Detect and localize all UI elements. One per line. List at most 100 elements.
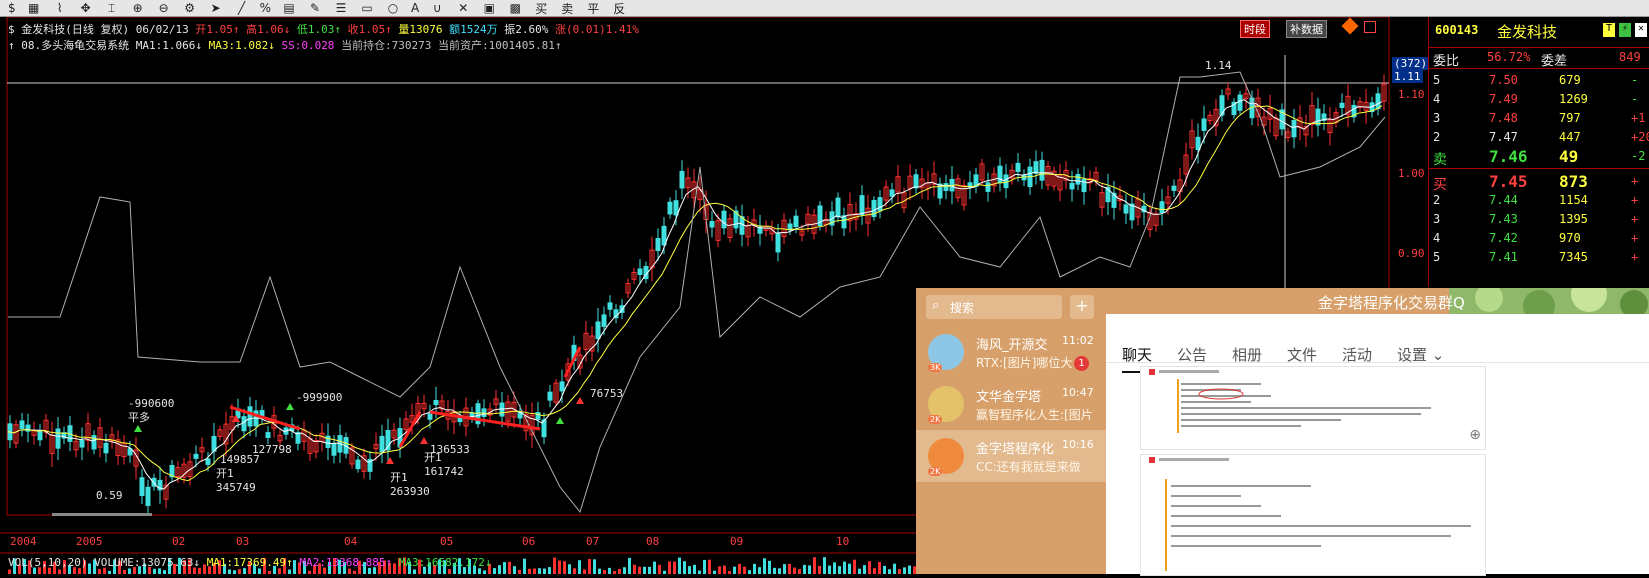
fill-data-button[interactable]: 补数据 (1286, 20, 1327, 38)
period-button[interactable]: 时段 (1240, 20, 1270, 38)
candle-body (193, 453, 199, 459)
book-price: 7.47 (1489, 130, 1518, 144)
t-icon[interactable]: T (1603, 23, 1615, 37)
save-icon[interactable]: ▩ (507, 1, 523, 15)
lock-icon[interactable]: ▣ (481, 1, 497, 15)
chat-window[interactable]: ⌕ 搜索 + 3K 海风_开源交 11:02 RTX:[图片]哪位大 1 2K 文华金字塔 1… (916, 288, 1649, 576)
candle-body (637, 268, 643, 275)
volume-bar (503, 562, 506, 574)
volume-bar (568, 564, 571, 574)
window-toggle-icon[interactable] (1364, 21, 1376, 33)
trade-sell-icon[interactable]: 卖 (559, 1, 575, 16)
volume-bar (278, 568, 281, 574)
conversation-preview: 赢智程序化人生:[图片] (976, 408, 1094, 422)
volume-bar (723, 565, 726, 574)
buy-row[interactable]: 5 7.41 7345 + (1429, 248, 1649, 267)
delete-icon[interactable]: ✕ (455, 1, 471, 15)
volume-bar (743, 566, 746, 574)
signal-arrow (134, 425, 142, 432)
volume-bar (228, 569, 231, 574)
volume-bar (558, 560, 561, 574)
trade-close-icon[interactable]: 平 (585, 1, 601, 16)
grid-icon[interactable]: ▤ (281, 1, 297, 15)
weibi-value: 56.72% (1487, 50, 1531, 64)
zoom-icon[interactable]: ⊕ (1469, 427, 1481, 443)
buy-row[interactable]: 买 7.45 873 + (1429, 172, 1649, 193)
volume-bar (688, 566, 691, 574)
text-tool-icon[interactable]: A (411, 1, 419, 15)
candle-body (205, 458, 211, 465)
doc-thumbnail (1149, 369, 1431, 433)
magnet-icon[interactable]: ∪ (429, 1, 445, 15)
book-price: 7.48 (1489, 111, 1518, 125)
sell-row[interactable]: 2 7.47 447 +20 (1429, 128, 1649, 147)
line-tool-icon[interactable]: ╱ (234, 1, 250, 15)
buy-row[interactable]: 4 7.42 970 + (1429, 229, 1649, 248)
buy-row[interactable]: 3 7.43 1395 + (1429, 210, 1649, 229)
zoom-out-icon[interactable]: ⊖ (156, 1, 172, 15)
signal-arrow (556, 417, 564, 424)
close-icon[interactable]: ✕ (1635, 23, 1647, 37)
zoom-in-icon[interactable]: ⊕ (130, 1, 146, 15)
book-vol: 1154 (1559, 193, 1588, 207)
search-input[interactable]: ⌕ 搜索 (926, 295, 1062, 319)
sell-row[interactable]: 3 7.48 797 +1 (1429, 109, 1649, 128)
conversation-time: 10:47 (1062, 386, 1094, 399)
gear-icon[interactable]: ⚙ (182, 1, 198, 15)
conversation-item[interactable]: 2K 金字塔程序化 10:16 CC:还有我就是来做 (916, 430, 1106, 482)
annotation-signal: -999900 (296, 391, 343, 404)
volume-bar (638, 566, 641, 574)
volume-bar (878, 561, 881, 574)
trade-buy-icon[interactable]: 买 (533, 1, 549, 16)
candle-body (913, 174, 919, 189)
volume-bar (448, 569, 451, 574)
cursor-icon[interactable]: ⌶ (104, 1, 120, 15)
dollar-icon[interactable]: $ (8, 1, 16, 15)
volume-ma2: MA2:13368.885↑ (299, 556, 393, 569)
image-message-1[interactable]: ⊕ (1140, 366, 1486, 450)
candle-body (559, 381, 565, 392)
list-icon[interactable]: ☰ (333, 1, 349, 15)
book-level: 4 (1433, 92, 1441, 106)
pointer-icon[interactable]: ➤ (208, 1, 224, 15)
system-ss: SS:0.028 (281, 39, 335, 52)
candle-body (1039, 159, 1045, 181)
rect-icon[interactable]: ▭ (359, 1, 375, 15)
trade-reverse-icon[interactable]: 反 (611, 1, 627, 16)
header-change: 涨(0.01)1.41% (554, 23, 639, 36)
move-icon[interactable]: ✥ (78, 1, 94, 15)
book-level: 4 (1433, 231, 1441, 245)
volume-bar (813, 557, 816, 574)
volume-bar (128, 568, 131, 574)
percent-icon[interactable]: % (260, 1, 271, 15)
volume-bar (563, 561, 566, 574)
book-vol: 447 (1559, 130, 1581, 144)
volume-bar (873, 568, 876, 574)
volume-bar (498, 565, 501, 574)
conversation-item[interactable]: 3K 海风_开源交 11:02 RTX:[图片]哪位大 1 (916, 326, 1106, 378)
buy-row[interactable]: 2 7.44 1154 + (1429, 191, 1649, 210)
draw-icon[interactable]: ✎ (307, 1, 323, 15)
image-message-2[interactable] (1140, 454, 1486, 576)
volume-bar (708, 559, 711, 574)
add-button[interactable]: + (1070, 295, 1094, 319)
line-chart-icon[interactable]: ⌇ (52, 1, 68, 15)
volume-bar (573, 568, 576, 574)
header-high: 高1.06↓ (246, 23, 291, 36)
book-chg: +1 (1631, 111, 1646, 125)
quote-panel: 600143 金发科技 T ⚡ ✕ 委比 56.72% 委差 849 5 7.50… (1428, 17, 1649, 287)
volume-bar (848, 563, 851, 574)
chart-header-line1: $ 金发科技(日线 复权) 06/02/13 开1.05↑ 高1.06↓ 低1.… (8, 21, 639, 37)
chart-icon[interactable]: ▦ (26, 1, 42, 15)
volume-bar (553, 557, 556, 574)
price-label-1-10: 1.10 (1398, 88, 1425, 101)
conversation-item[interactable]: 2K 文华金字塔 10:47 赢智程序化人生:[图片] (916, 378, 1106, 430)
flash-icon[interactable]: ⚡ (1619, 23, 1631, 37)
book-chg: + (1631, 193, 1639, 207)
circle-icon[interactable]: ○ (385, 1, 401, 15)
sell-row[interactable]: 卖 7.46 49 -2 (1429, 147, 1649, 168)
sell-row[interactable]: 5 7.50 679 - (1429, 71, 1649, 90)
time-axis-label: 10 (836, 535, 850, 548)
sell-row[interactable]: 4 7.49 1269 - (1429, 90, 1649, 109)
candle-body (1171, 185, 1177, 191)
